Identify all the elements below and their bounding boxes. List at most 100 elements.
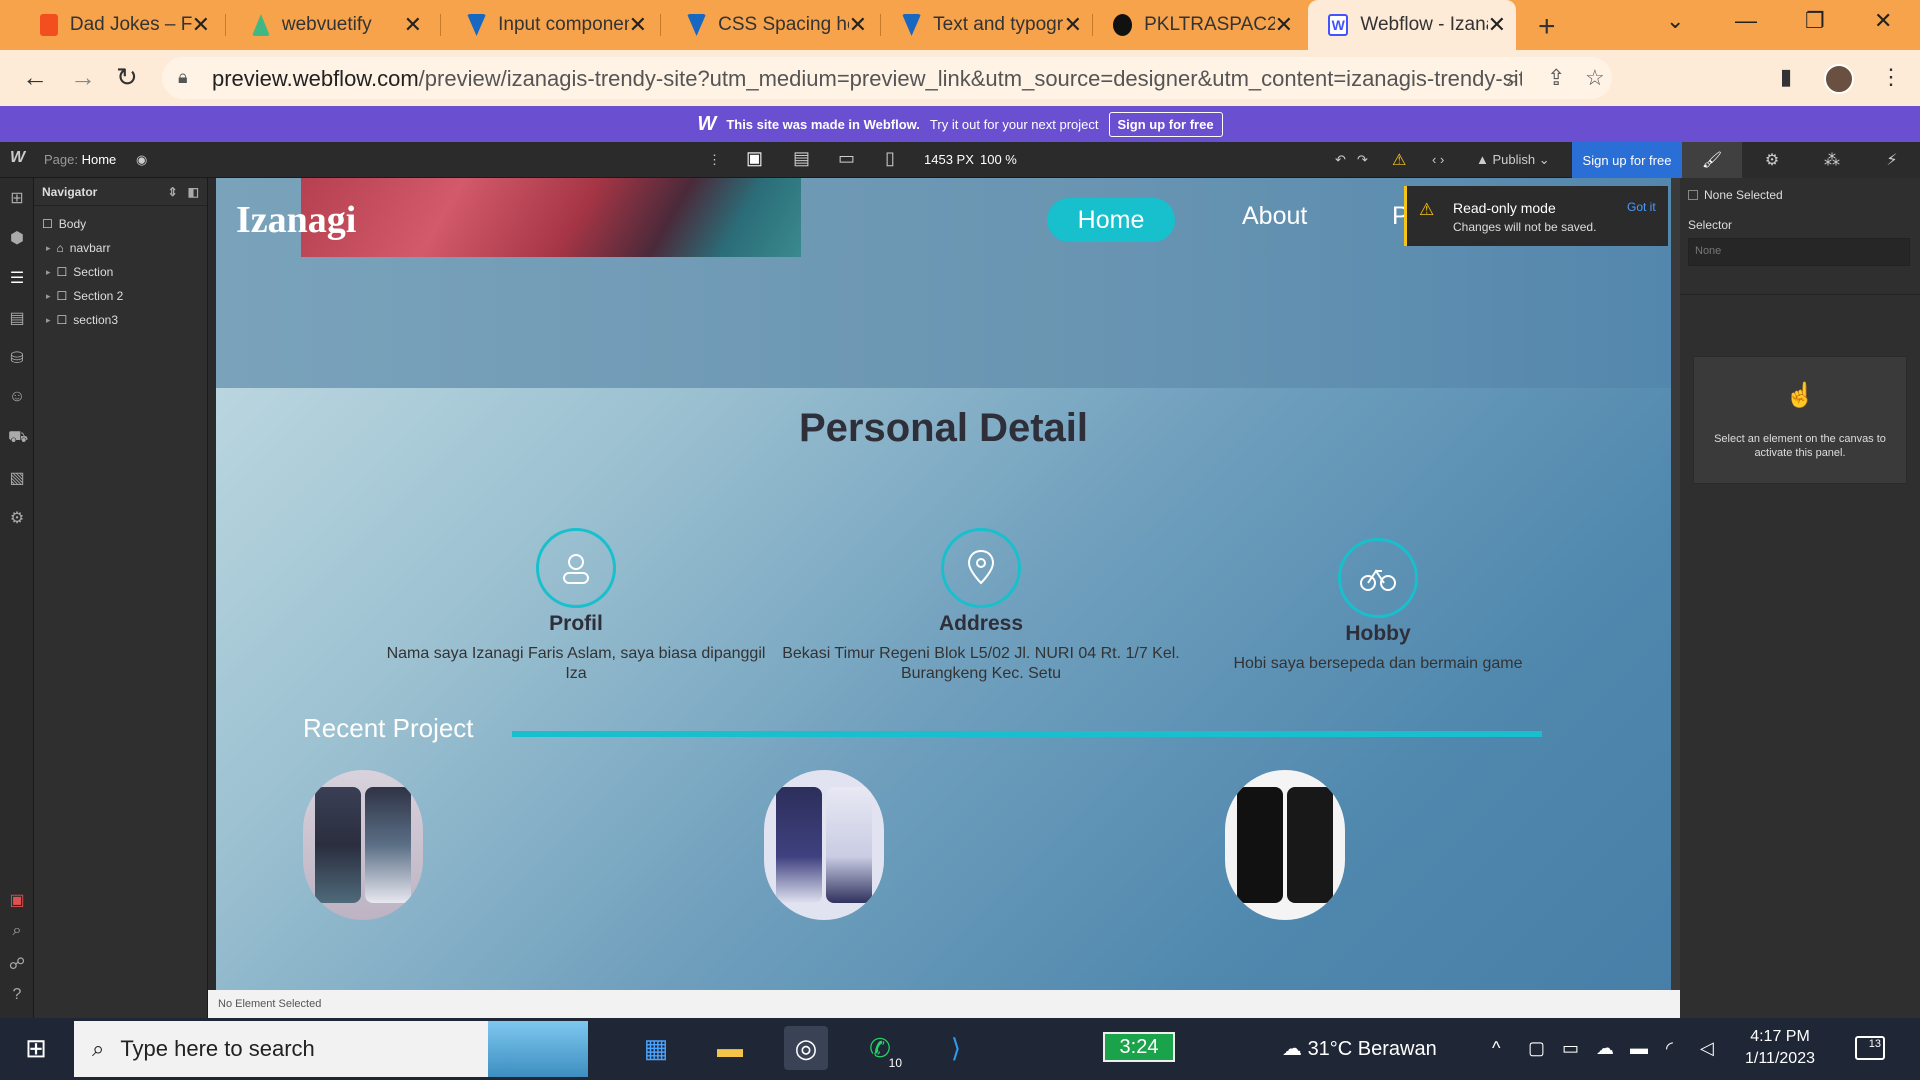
selector-input[interactable]: None — [1688, 238, 1910, 266]
volume-icon[interactable]: ◁ — [1700, 1038, 1714, 1059]
chrome-icon[interactable]: ◎ — [784, 1026, 828, 1070]
tray-app-icon[interactable]: ▢ — [1528, 1038, 1545, 1059]
caret-right-icon[interactable]: ▸ — [46, 267, 51, 278]
assets-icon[interactable]: ▧ — [8, 468, 26, 487]
caret-right-icon[interactable]: ▸ — [46, 315, 51, 326]
add-element-icon[interactable]: ⊞ — [8, 188, 26, 207]
site-brand[interactable]: Izanagi — [236, 198, 356, 242]
design-canvas[interactable]: Izanagi Home About P Personal Detail Pro… — [216, 178, 1671, 990]
notifications-icon[interactable]: 13 — [1855, 1036, 1885, 1060]
close-icon[interactable]: ✕ — [849, 12, 867, 38]
lock-icon[interactable]: 🔒︎ — [178, 67, 188, 88]
new-tab-button[interactable]: + — [1538, 10, 1556, 44]
zoom-icon[interactable]: ⌕ — [1507, 65, 1519, 91]
project-thumbnail-3[interactable] — [1225, 770, 1345, 920]
settings-gear-icon[interactable]: ⚙ — [1742, 142, 1802, 178]
windows-start-icon[interactable]: ⊞ — [14, 1026, 58, 1070]
tray-cloud-icon[interactable]: ☁ — [1596, 1038, 1614, 1059]
forward-icon[interactable]: → — [70, 62, 96, 93]
close-icon[interactable]: ✕ — [1488, 12, 1506, 38]
page-selector[interactable]: Page: Home — [44, 152, 116, 167]
tab-github[interactable]: PKLTRASPAC2022 ✕ — [1093, 0, 1303, 50]
close-icon[interactable]: ✕ — [629, 12, 647, 38]
restore-button[interactable]: ❐ — [1805, 8, 1825, 34]
tab-input-components[interactable]: Input components ✕ — [447, 0, 657, 50]
taskbar-search-box[interactable]: ⌕ Type here to search — [74, 1021, 588, 1077]
symbols-icon[interactable]: ⬢ — [8, 228, 26, 247]
dock-panel-icon[interactable]: ◧ — [188, 185, 199, 199]
nav-item-section-2[interactable]: ▸ ☐ Section 2 — [34, 284, 207, 308]
preview-eye-icon[interactable]: ◉ — [136, 152, 147, 168]
desktop-breakpoint-icon[interactable]: ▣ — [746, 148, 763, 169]
project-thumbnail-1[interactable] — [303, 770, 423, 920]
warning-icon[interactable]: ⚠ — [1392, 150, 1406, 170]
caret-right-icon[interactable]: ▸ — [46, 243, 51, 254]
mobile-landscape-icon[interactable]: ▭ — [838, 148, 855, 169]
navigator-icon[interactable]: ☰ — [8, 268, 26, 287]
interactions-lightning-icon[interactable]: ⚡︎ — [1862, 142, 1920, 178]
address-bar[interactable]: 🔒︎ preview.webflow.com/preview/izanagis-… — [162, 57, 1612, 99]
ecommerce-cart-icon[interactable]: ⛟ — [8, 428, 28, 446]
reload-icon[interactable]: ↻ — [116, 62, 138, 93]
checkbox-icon[interactable] — [1688, 190, 1698, 200]
tab-dad-jokes[interactable]: Dad Jokes – Figma ✕ — [20, 0, 220, 50]
wifi-icon[interactable]: ◜ — [1666, 1038, 1673, 1059]
webflow-menu-icon[interactable]: W — [10, 149, 25, 167]
settings-icon[interactable]: ⚙ — [8, 508, 26, 527]
tab-search-icon[interactable]: ⌄ — [1666, 8, 1684, 34]
collaborators-icon[interactable]: ☍ — [8, 954, 26, 973]
more-options-icon[interactable]: ⋮ — [708, 152, 721, 168]
vscode-icon[interactable]: ⟩ — [934, 1026, 978, 1070]
audit-icon[interactable]: ▣ — [8, 890, 26, 909]
canvas-scrollbar[interactable] — [1671, 178, 1680, 990]
toast-got-it-button[interactable]: Got it — [1627, 200, 1656, 214]
battery-widget[interactable]: 3:24 — [1103, 1032, 1175, 1062]
avatar[interactable] — [1824, 64, 1854, 94]
weather-widget[interactable]: ☁ 31°C Berawan — [1282, 1036, 1437, 1061]
nav-item-body[interactable]: ☐ Body — [34, 212, 207, 236]
tab-webvuetify[interactable]: webvuetify ✕ — [232, 0, 432, 50]
nav-item-section[interactable]: ▸ ☐ Section — [34, 260, 207, 284]
tab-css-spacing[interactable]: CSS Spacing helpers ✕ — [667, 0, 877, 50]
banner-signup-button[interactable]: Sign up for free — [1108, 111, 1223, 137]
undo-icon[interactable]: ↶ — [1335, 152, 1346, 168]
close-icon[interactable]: ✕ — [192, 12, 210, 38]
close-icon[interactable]: ✕ — [1275, 12, 1293, 38]
publish-menu[interactable]: ▲ Publish ⌄ — [1476, 152, 1550, 168]
search-icon[interactable]: ⌕ — [8, 922, 26, 940]
cms-icon[interactable]: ⛁ — [8, 348, 26, 367]
menu-kebab-icon[interactable]: ⋮ — [1880, 64, 1902, 90]
minimize-button[interactable]: — — [1735, 8, 1757, 34]
code-export-icon[interactable]: ‹ › — [1432, 152, 1444, 167]
nav-item-navbarr[interactable]: ▸ ⌂ navbarr — [34, 236, 207, 260]
caret-right-icon[interactable]: ▸ — [46, 291, 51, 302]
style-brush-icon[interactable]: 🖌︎ — [1682, 142, 1742, 178]
file-explorer-icon[interactable]: ▬ — [708, 1026, 752, 1070]
battery-icon[interactable]: ▬ — [1630, 1038, 1648, 1059]
menu-about-link[interactable]: About — [1242, 202, 1307, 231]
bookmark-star-icon[interactable]: ☆ — [1585, 65, 1605, 91]
pages-icon[interactable]: ▤ — [8, 308, 26, 327]
help-icon[interactable]: ? — [8, 986, 26, 1004]
whatsapp-icon[interactable]: ✆ 10 — [858, 1026, 902, 1070]
back-icon[interactable]: ← — [22, 62, 48, 93]
tab-webflow[interactable]: W Webflow - Izanagi ✕ — [1308, 0, 1516, 50]
share-icon[interactable]: ⇪ — [1547, 65, 1565, 91]
style-manager-icon[interactable]: ⁂ — [1802, 142, 1862, 178]
nav-item-section3[interactable]: ▸ ☐ section3 — [34, 308, 207, 332]
tray-monitor-icon[interactable]: ▭ — [1562, 1038, 1579, 1059]
project-thumbnail-2[interactable] — [764, 770, 884, 920]
close-icon[interactable]: ✕ — [1064, 12, 1082, 38]
signup-button[interactable]: Sign up for free — [1572, 142, 1682, 178]
side-panel-icon[interactable]: ▮ — [1780, 64, 1792, 90]
microsoft-store-icon[interactable]: ▦ — [634, 1026, 678, 1070]
users-icon[interactable]: ☺ — [8, 388, 26, 406]
tab-text-typography[interactable]: Text and typography ✕ — [882, 0, 1092, 50]
expand-collapse-icon[interactable]: ⇕ — [168, 185, 178, 199]
tray-chevron-icon[interactable]: ^ — [1492, 1038, 1500, 1059]
close-icon[interactable]: ✕ — [404, 12, 422, 38]
menu-home-link[interactable]: Home — [1047, 198, 1175, 242]
mobile-portrait-icon[interactable]: ▯ — [885, 148, 895, 169]
redo-icon[interactable]: ↷ — [1357, 152, 1368, 168]
system-clock[interactable]: 4:17 PM 1/11/2023 — [1740, 1026, 1820, 1070]
